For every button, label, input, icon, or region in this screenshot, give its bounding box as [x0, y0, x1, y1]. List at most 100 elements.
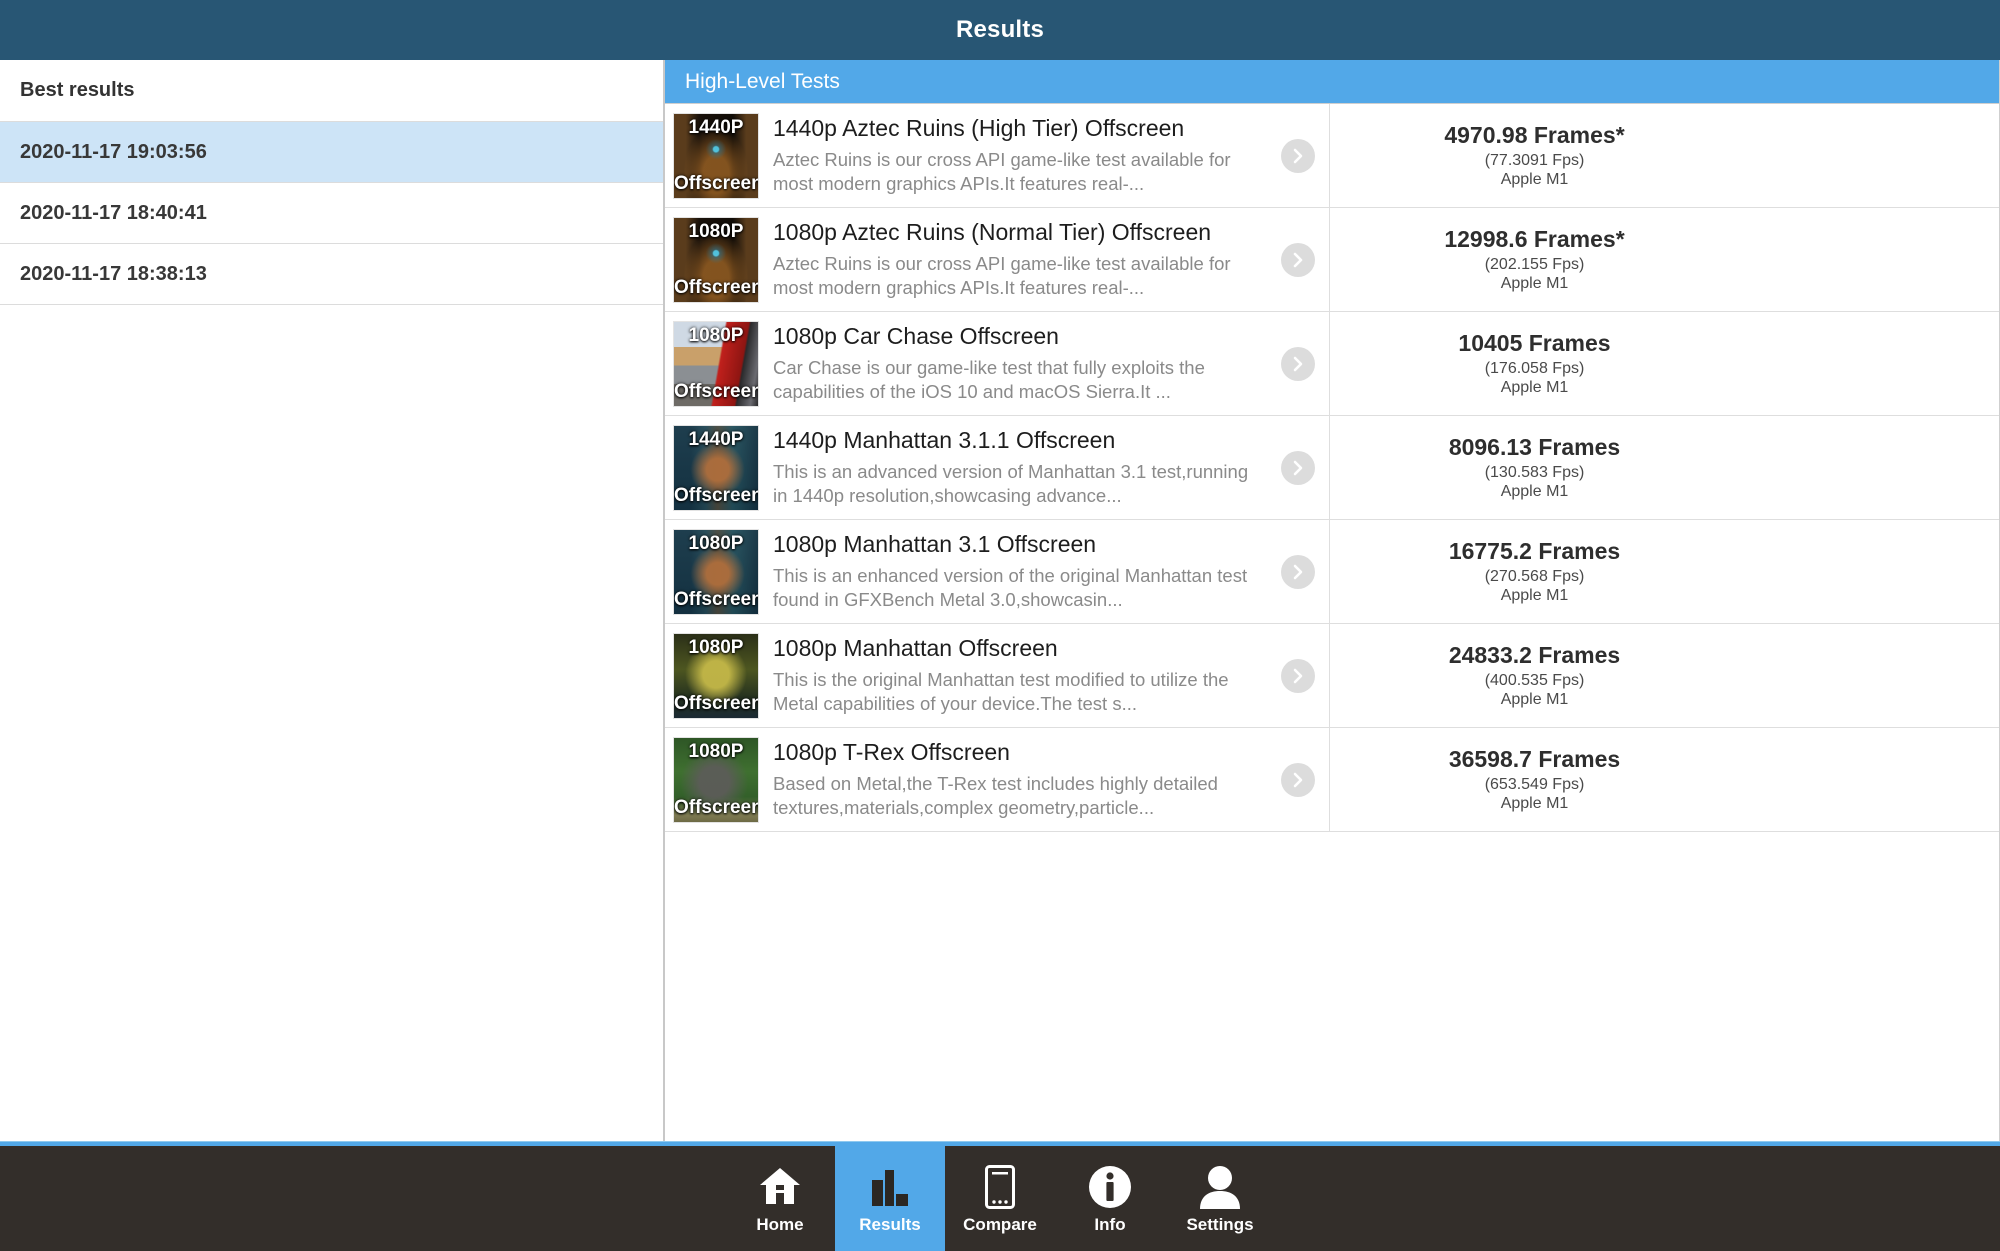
test-score-cell: 8096.13 Frames(130.583 Fps)Apple M1 [1330, 416, 1999, 519]
chevron-right-icon[interactable] [1281, 659, 1315, 693]
test-row[interactable]: 1080POffscreen1080p Car Chase OffscreenC… [665, 312, 1999, 416]
score-fps: (653.549 Fps) [1485, 776, 1585, 794]
score-device: Apple M1 [1501, 171, 1569, 189]
app-window: Results Best results 2020-11-17 19:03:56… [0, 0, 2000, 1251]
test-info-cell[interactable]: 1080POffscreen1080p Manhattan 3.1 Offscr… [665, 520, 1330, 623]
score-frames: 8096.13 Frames [1449, 434, 1620, 461]
thumbnail-resolution-label: 1080P [674, 534, 758, 553]
test-info-cell[interactable]: 1080POffscreen1080p Manhattan OffscreenT… [665, 624, 1330, 727]
page-title: Results [956, 16, 1044, 44]
sidebar-header: Best results [0, 60, 663, 122]
test-text-block: 1080p Aztec Ruins (Normal Tier) Offscree… [759, 219, 1321, 301]
test-title: 1080p Manhattan 3.1 Offscreen [773, 531, 1261, 558]
tab-label: Info [1094, 1215, 1125, 1235]
test-description: This is the original Manhattan test modi… [773, 668, 1261, 717]
test-score-cell: 10405 Frames(176.058 Fps)Apple M1 [1330, 312, 1999, 415]
test-title: 1440p Aztec Ruins (High Tier) Offscreen [773, 115, 1261, 142]
test-thumbnail: 1440P Offscreen [673, 425, 759, 511]
home-icon [758, 1163, 802, 1211]
sidebar-item-container: 2020-11-17 19:03:56 2020-11-17 18:40:41 20… [0, 122, 663, 305]
test-info-cell[interactable]: 1080POffscreen1080p Aztec Ruins (Normal … [665, 208, 1330, 311]
tab-info[interactable]: Info [1055, 1146, 1165, 1251]
tab-label: Results [859, 1215, 920, 1235]
test-row[interactable]: 1080POffscreen1080p Manhattan 3.1 Offscr… [665, 520, 1999, 624]
thumbnail-offscreen-label: Offscreen [674, 486, 758, 505]
section-header-high-level-tests: High-Level Tests [665, 60, 1999, 104]
test-title: 1080p Aztec Ruins (Normal Tier) Offscree… [773, 219, 1261, 246]
thumbnail-offscreen-label: Offscreen [674, 590, 758, 609]
tab-home[interactable]: Home [725, 1146, 835, 1251]
score-device: Apple M1 [1501, 795, 1569, 813]
tab-label: Settings [1186, 1215, 1253, 1235]
chevron-right-icon[interactable] [1281, 555, 1315, 589]
content-panel: High-Level Tests 1440P Offscreen 1440p Azt… [665, 60, 2000, 1141]
sidebar-result-item-label: 2020-11-17 18:38:13 [20, 263, 207, 286]
test-row[interactable]: 1440POffscreen1440p Manhattan 3.1.1 Offs… [665, 416, 1999, 520]
test-info-cell[interactable]: 1440POffscreen1440p Manhattan 3.1.1 Offs… [665, 416, 1330, 519]
test-score-cell: 12998.6 Frames*(202.155 Fps)Apple M1 [1330, 208, 1999, 311]
test-row[interactable]: 1080P Offscreen 1080p T-Rex Offscreen Based… [665, 728, 1999, 832]
score-frames: 36598.7 Frames [1449, 746, 1620, 773]
score-fps: (77.3091 Fps) [1485, 152, 1585, 170]
test-description: This is an advanced version of Manhattan… [773, 460, 1261, 509]
test-thumbnail: 1080P Offscreen [673, 737, 759, 823]
test-description: Car Chase is our game-like test that ful… [773, 356, 1261, 405]
bar-chart-icon [870, 1163, 910, 1211]
test-result-list: 1440P Offscreen 1440p Aztec Ruins (High Ti… [665, 104, 1999, 1141]
tab-settings[interactable]: Settings [1165, 1146, 1275, 1251]
title-bar: Results [0, 0, 2000, 60]
score-fps: (176.058 Fps) [1485, 360, 1585, 378]
sidebar-result-item-label: 2020-11-17 18:40:41 [20, 202, 207, 225]
test-thumbnail: 1080POffscreen [673, 633, 759, 719]
score-device: Apple M1 [1501, 587, 1569, 605]
thumbnail-resolution-label: 1440P [674, 118, 758, 137]
sidebar-result-item[interactable]: 2020-11-17 18:40:41 [0, 183, 663, 244]
test-thumbnail: 1080P Offscreen [673, 529, 759, 615]
chevron-right-icon[interactable] [1281, 763, 1315, 797]
score-fps: (202.155 Fps) [1485, 256, 1585, 274]
test-info-cell[interactable]: 1440POffscreen1440p Aztec Ruins (High Ti… [665, 104, 1330, 207]
thumbnail-offscreen-label: Offscreen [674, 798, 758, 817]
test-info-cell[interactable]: 1080POffscreen1080p Car Chase OffscreenC… [665, 312, 1330, 415]
sidebar-result-item-label: 2020-11-17 19:03:56 [20, 141, 207, 164]
chevron-right-icon[interactable] [1281, 139, 1315, 173]
test-title: 1080p T-Rex Offscreen [773, 739, 1261, 766]
chevron-right-icon[interactable] [1281, 243, 1315, 277]
test-row[interactable]: 1080POffscreen1080p Manhattan OffscreenT… [665, 624, 1999, 728]
test-text-block: 1080p Manhattan OffscreenThis is the ori… [759, 635, 1321, 717]
chevron-right-icon[interactable] [1281, 451, 1315, 485]
score-frames: 4970.98 Frames* [1444, 122, 1624, 149]
tab-results[interactable]: Results [835, 1146, 945, 1251]
info-icon [1088, 1163, 1132, 1211]
tab-compare[interactable]: Compare [945, 1146, 1055, 1251]
phone-icon [985, 1163, 1015, 1211]
chevron-right-icon[interactable] [1281, 347, 1315, 381]
test-row[interactable]: 1080POffscreen1080p Aztec Ruins (Normal … [665, 208, 1999, 312]
test-info-cell[interactable]: 1080P Offscreen 1080p T-Rex Offscreen Based… [665, 728, 1330, 831]
tab-label: Home [756, 1215, 803, 1235]
score-frames: 16775.2 Frames [1449, 538, 1620, 565]
score-frames: 10405 Frames [1458, 330, 1610, 357]
test-text-block: 1080p Manhattan 3.1 OffscreenThis is an … [759, 531, 1321, 613]
test-score-cell: 24833.2 Frames(400.535 Fps)Apple M1 [1330, 624, 1999, 727]
thumbnail-resolution-label: 1440P [674, 430, 758, 449]
thumbnail-resolution-label: 1080P [674, 742, 758, 761]
thumbnail-offscreen-label: Offscreen [674, 382, 758, 401]
sidebar-results-list: Best results 2020-11-17 19:03:562020-11-… [0, 60, 665, 1141]
sidebar-result-item[interactable]: 2020-11-17 18:38:13 [0, 244, 663, 305]
person-icon [1199, 1163, 1241, 1211]
test-score-cell: 36598.7 Frames (653.549 Fps)Apple M1 [1330, 728, 1999, 831]
test-row[interactable]: 1440POffscreen1440p Aztec Ruins (High Ti… [665, 104, 1999, 208]
test-description: Aztec Ruins is our cross API game-like t… [773, 252, 1261, 301]
score-fps: (270.568 Fps) [1485, 568, 1585, 586]
test-thumbnail: 1440POffscreen [673, 113, 759, 199]
test-text-block: 1440p Manhattan 3.1.1 Offscreen This is a… [759, 427, 1321, 509]
sidebar-result-item[interactable]: 2020-11-17 19:03:56 [0, 122, 663, 183]
test-score-cell: 16775.2 Frames (270.568 Fps)Apple M1 [1330, 520, 1999, 623]
thumbnail-offscreen-label: Offscreen [674, 278, 758, 297]
test-text-block: 1440p Aztec Ruins (High Tier) OffscreenA… [759, 115, 1321, 197]
score-frames: 12998.6 Frames* [1444, 226, 1624, 253]
test-title: 1440p Manhattan 3.1.1 Offscreen [773, 427, 1261, 454]
test-description: Based on Metal,the T-Rex test includes h… [773, 772, 1261, 821]
thumbnail-offscreen-label: Offscreen [674, 694, 758, 713]
